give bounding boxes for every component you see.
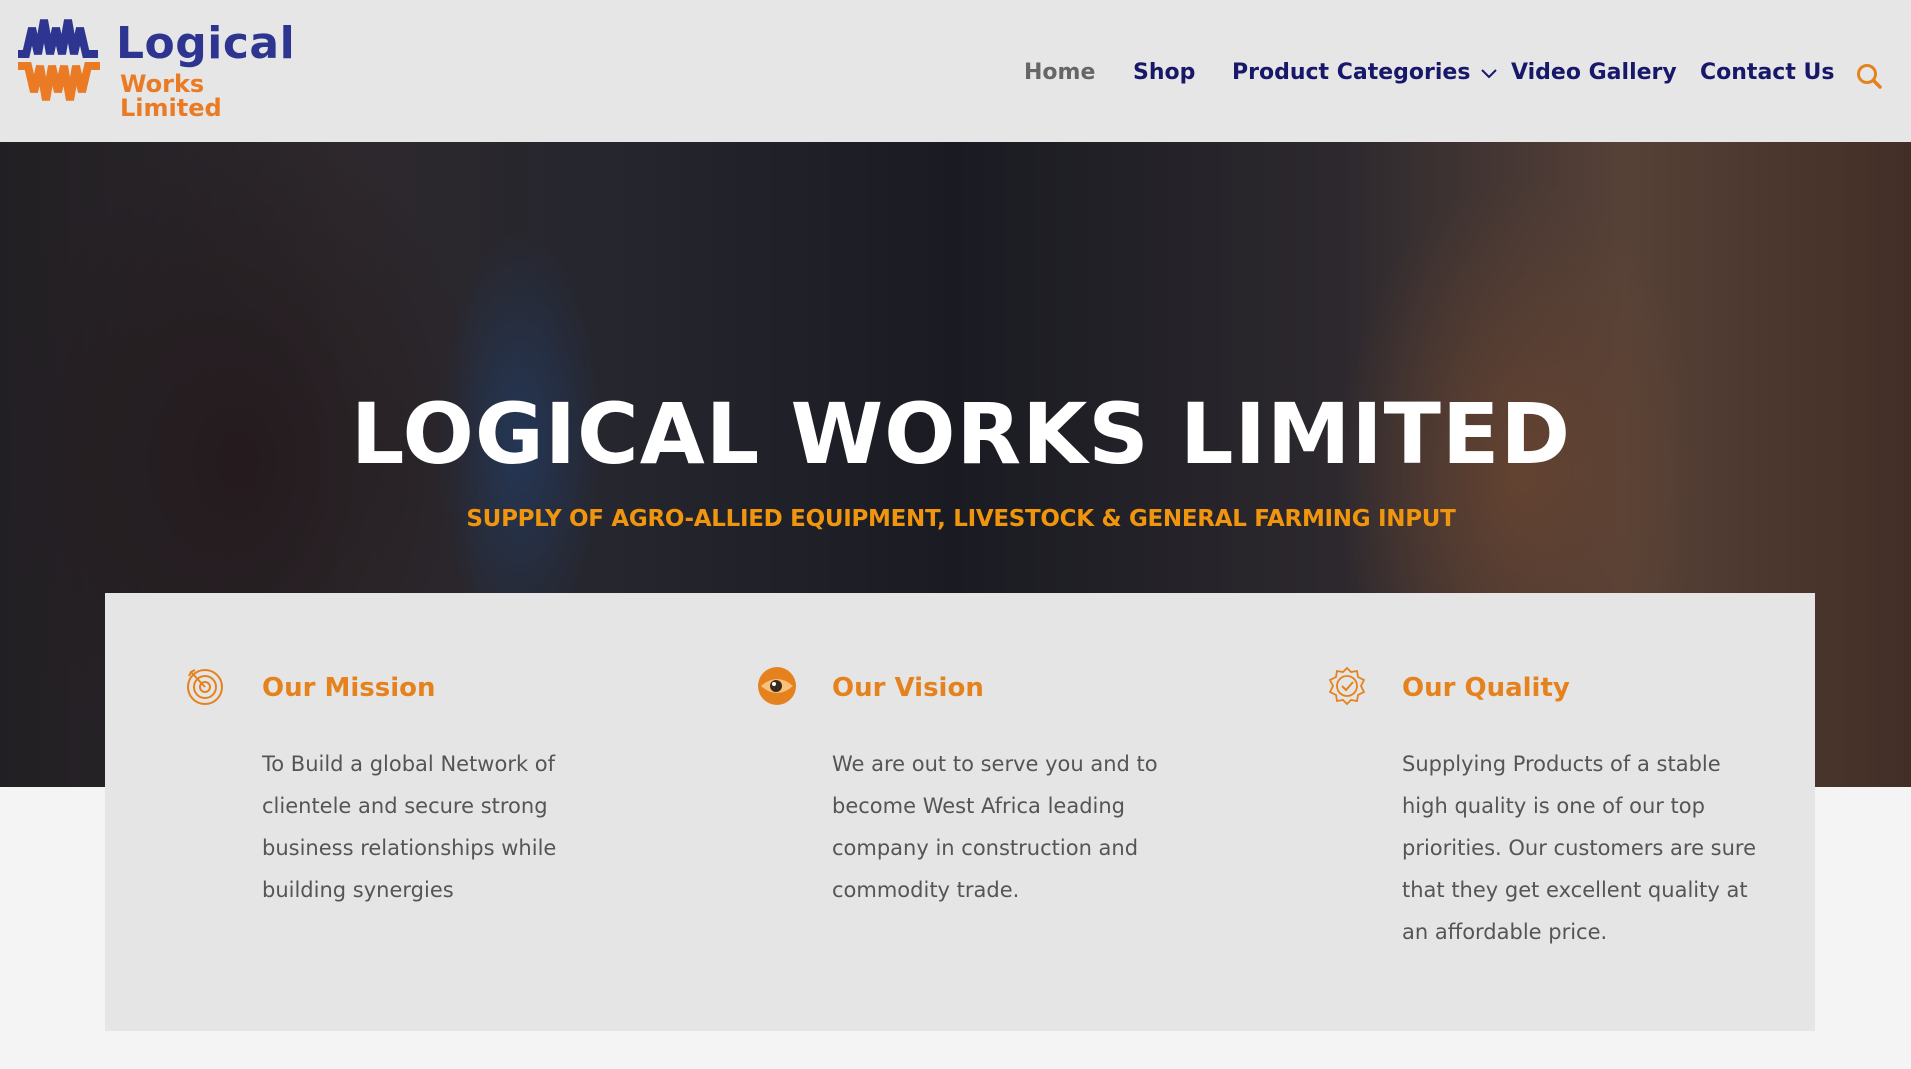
- hero-subtitle: SUPPLY OF AGRO-ALLIED EQUIPMENT, LIVESTO…: [466, 506, 1456, 532]
- hero-title: LOGICAL WORKS LIMITED: [350, 385, 1572, 483]
- feature-description: We are out to serve you and to become We…: [832, 752, 1158, 902]
- nav-product-categories-label: Product Categories: [1232, 60, 1471, 85]
- feature-card-mission: Our Mission To Build a global Network of…: [105, 593, 645, 1031]
- main-nav: Home Shop Product Categories Video Galle…: [0, 60, 1911, 90]
- nav-contact-us[interactable]: Contact Us: [1700, 60, 1834, 85]
- feature-title: Our Mission: [262, 673, 436, 703]
- feature-title: Our Vision: [832, 673, 984, 703]
- feature-card-quality: Our Quality Supplying Products of a stab…: [1245, 593, 1785, 1031]
- chevron-down-icon: [1481, 69, 1498, 79]
- site-header: Logical Works Limited Home Shop Product …: [0, 0, 1911, 142]
- feature-title: Our Quality: [1402, 673, 1570, 703]
- nav-home[interactable]: Home: [1024, 60, 1095, 85]
- feature-description: To Build a global Network of clientele a…: [262, 752, 557, 902]
- nav-product-categories[interactable]: Product Categories: [1232, 60, 1498, 85]
- eye-icon: [758, 667, 796, 705]
- features-panel: Our Mission To Build a global Network of…: [105, 593, 1815, 1031]
- nav-video-gallery[interactable]: Video Gallery: [1511, 60, 1677, 85]
- feature-description: Supplying Products of a stable high qual…: [1402, 752, 1757, 944]
- target-icon: [187, 669, 223, 705]
- search-icon[interactable]: [1855, 62, 1883, 90]
- quality-badge-icon: [1328, 666, 1366, 706]
- nav-shop[interactable]: Shop: [1133, 60, 1195, 85]
- feature-card-vision: Our Vision We are out to serve you and t…: [675, 593, 1215, 1031]
